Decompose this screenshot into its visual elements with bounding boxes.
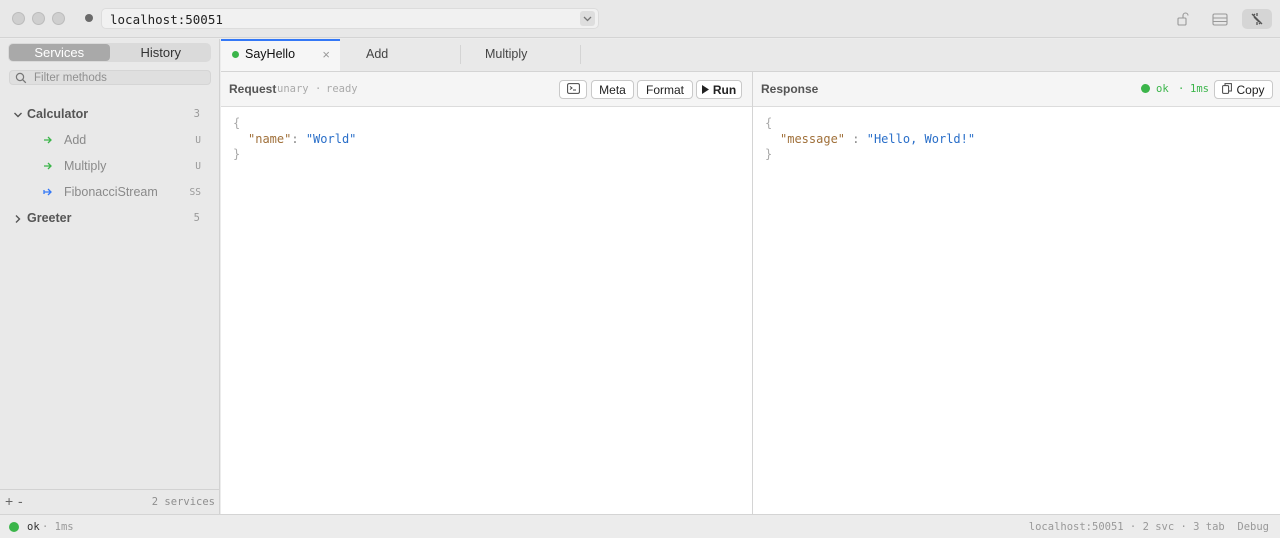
terminal-button[interactable] xyxy=(559,80,587,99)
method-name: FibonacciStream xyxy=(64,185,158,199)
method-row-fibonaccistream[interactable]: FibonacciStream SS xyxy=(0,181,220,203)
play-icon xyxy=(701,83,709,97)
service-row-greeter[interactable]: Greeter 5 xyxy=(0,207,220,229)
json-key: "message" xyxy=(780,131,846,146)
zoom-window-button[interactable] xyxy=(52,12,65,25)
close-window-button[interactable] xyxy=(12,12,25,25)
search-icon xyxy=(15,72,27,87)
json-brace: { xyxy=(233,116,241,130)
copy-label: Copy xyxy=(1236,82,1265,97)
chevron-right-icon[interactable] xyxy=(13,212,23,227)
service-count-label: 2 services xyxy=(151,496,215,508)
request-title: Request xyxy=(229,82,277,96)
address-text: localhost:50051 xyxy=(110,12,223,27)
response-title: Response xyxy=(761,82,819,96)
json-key: "name" xyxy=(248,131,292,146)
status-bar: ok · 1ms localhost:50051 · 2 svc · 3 tab… xyxy=(0,514,1280,538)
minimize-window-button[interactable] xyxy=(32,12,45,25)
lock-open-icon[interactable] xyxy=(1172,9,1194,29)
close-tab-icon[interactable]: × xyxy=(322,47,330,62)
remove-service-button[interactable]: - xyxy=(18,493,23,509)
terminal-icon xyxy=(566,82,580,97)
chevron-down-icon[interactable] xyxy=(13,108,23,123)
tab-label: SayHello xyxy=(245,47,296,61)
status-text: ok xyxy=(27,521,40,533)
method-kind-badge: SS xyxy=(189,187,201,198)
unary-arrow-icon xyxy=(43,161,53,173)
response-status-dot xyxy=(1141,84,1150,93)
json-colon: : xyxy=(291,131,299,146)
copy-icon xyxy=(1222,82,1233,97)
status-summary: localhost:50051 · 2 svc · 3 tab Debug xyxy=(1028,521,1269,533)
chevron-down-icon[interactable] xyxy=(580,11,595,26)
request-state: ready xyxy=(326,83,358,95)
json-value: "World" xyxy=(305,131,357,146)
method-kind-badge: U xyxy=(195,135,201,146)
meta-button[interactable]: Meta xyxy=(591,80,634,99)
json-brace: { xyxy=(765,116,773,130)
method-name: Add xyxy=(64,133,87,147)
disconnect-icon[interactable] xyxy=(1242,9,1272,29)
add-service-button[interactable]: + xyxy=(5,493,13,509)
status-dot xyxy=(9,522,19,532)
response-header: Response ok · 1ms Copy xyxy=(753,72,1280,107)
json-value: "Hello, World!" xyxy=(866,131,976,146)
service-row-calculator[interactable]: Calculator 3 xyxy=(0,103,220,125)
tab-label: Multiply xyxy=(485,47,528,61)
filter-methods-field[interactable] xyxy=(9,70,211,85)
tab-separator xyxy=(580,45,581,64)
json-brace: } xyxy=(233,147,241,161)
unary-arrow-icon xyxy=(43,135,53,147)
request-kind: unary xyxy=(277,83,309,95)
sidebar-segmented-control: Services History xyxy=(8,43,211,62)
sidebar: Services History Calculator 3 Add U Mult… xyxy=(0,39,220,514)
service-name: Greeter xyxy=(27,211,72,225)
service-name: Calculator xyxy=(27,107,89,121)
response-pane: Response ok · 1ms Copy { "message" : "He… xyxy=(753,72,1280,514)
json-colon: : xyxy=(852,131,860,146)
request-pane: Request unary · ready Meta Format Run { … xyxy=(221,72,752,514)
status-latency: · 1ms xyxy=(42,521,74,533)
segment-history[interactable]: History xyxy=(111,43,212,62)
connection-status-dot xyxy=(85,14,93,22)
method-name: Multiply xyxy=(64,159,107,173)
layout-panels-icon[interactable] xyxy=(1209,9,1231,29)
request-separator: · xyxy=(315,83,322,95)
filter-methods-input[interactable] xyxy=(34,71,204,84)
tab-bar: SayHello × Add Multiply xyxy=(221,39,1280,72)
tab-status-dot xyxy=(232,51,239,58)
run-label: Run xyxy=(712,82,737,97)
sidebar-footer: + - 2 services xyxy=(0,489,220,514)
request-editor[interactable]: { "name": "World" } xyxy=(233,116,356,163)
tab-label: Add xyxy=(366,47,389,61)
stream-arrow-icon xyxy=(43,187,53,199)
service-method-count: 5 xyxy=(193,212,200,224)
copy-button[interactable]: Copy xyxy=(1214,80,1273,99)
method-row-add[interactable]: Add U xyxy=(0,129,220,151)
tab-add[interactable]: Add xyxy=(340,39,460,71)
request-header: Request unary · ready Meta Format Run xyxy=(221,72,752,107)
address-field[interactable]: localhost:50051 xyxy=(101,8,599,29)
run-button[interactable]: Run xyxy=(696,80,742,99)
format-button[interactable]: Format xyxy=(637,80,693,99)
response-viewer: { "message" : "Hello, World!" } xyxy=(765,116,975,163)
response-latency: 1ms xyxy=(1190,83,1209,95)
response-separator: · xyxy=(1178,83,1185,95)
response-status: ok xyxy=(1156,83,1169,95)
title-bar: localhost:50051 xyxy=(0,0,1280,38)
tab-multiply[interactable]: Multiply xyxy=(461,39,580,71)
method-kind-badge: U xyxy=(195,161,201,172)
segment-services[interactable]: Services xyxy=(9,44,110,61)
method-row-multiply[interactable]: Multiply U xyxy=(0,155,220,177)
json-brace: } xyxy=(765,147,773,161)
service-method-count: 3 xyxy=(193,108,200,120)
tab-sayhello[interactable]: SayHello × xyxy=(221,39,340,71)
